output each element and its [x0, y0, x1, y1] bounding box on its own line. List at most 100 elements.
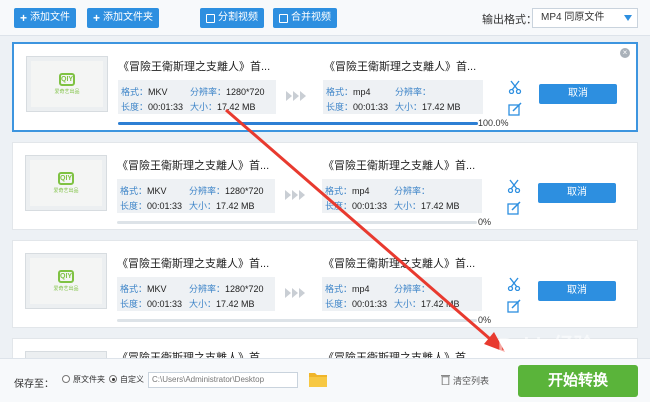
progress-bar — [117, 221, 477, 224]
original-folder-radio[interactable] — [62, 375, 70, 383]
source-duration: 00:01:33 — [148, 102, 184, 112]
edit-icon[interactable] — [507, 201, 521, 215]
original-folder-label[interactable]: 原文件夹 — [73, 374, 105, 385]
split-icon — [206, 13, 215, 23]
output-size: 17.42 MB — [422, 102, 461, 112]
duration-key: 长度： — [326, 102, 354, 112]
plus-icon: + — [20, 11, 28, 25]
format-key: 格式： — [325, 186, 353, 196]
output-info: 格式：mp4 分辨率： 长度：00:01:33 大小：17.42 MB — [322, 179, 482, 213]
convert-arrow-icon — [285, 190, 307, 200]
output-format-select[interactable]: MP4 同原文件 — [532, 8, 638, 28]
conversion-item[interactable]: QIY 爱奇艺出品 《冒險王衛斯理之支離人》首... 《冒險王衛斯理之支離人》首… — [12, 142, 638, 230]
size-key: 大小： — [394, 299, 422, 309]
cancel-button[interactable]: 取消 — [538, 183, 616, 203]
source-title: 《冒險王衛斯理之支離人》首... — [117, 160, 270, 172]
source-duration: 00:01:33 — [147, 299, 183, 309]
scissors-icon[interactable] — [507, 277, 521, 291]
source-resolution: 1280*720 — [225, 186, 264, 196]
resolution-key: 分辨率： — [189, 186, 226, 196]
format-key: 格式： — [120, 284, 148, 294]
thumbnail-caption: 爱奇艺出品 — [53, 188, 79, 194]
trash-icon[interactable] — [441, 374, 450, 385]
custom-folder-radio[interactable] — [109, 375, 117, 383]
size-key: 大小： — [189, 201, 217, 211]
source-size: 17.42 MB — [217, 102, 256, 112]
source-resolution: 1280*720 — [225, 284, 264, 294]
output-format-label: 输出格式： — [482, 14, 537, 26]
format-key: 格式： — [325, 284, 353, 294]
progress-bar — [118, 122, 478, 125]
iqiyi-logo: QIY — [58, 172, 74, 185]
source-size: 17.42 MB — [216, 299, 255, 309]
resolution-key: 分辨率： — [189, 284, 226, 294]
output-title: 《冒險王衛斯理之支離人》首... — [323, 160, 476, 172]
source-resolution: 1280*720 — [226, 87, 265, 97]
save-to-label: 保存至： — [14, 379, 54, 390]
source-info: 格式：MKV 分辨率：1280*720 长度：00:01:33 大小：17.42… — [117, 277, 275, 311]
output-info: 格式：mp4 分辨率： 长度：00:01:33 大小：17.42 MB — [322, 277, 482, 311]
iqiyi-logo: QIY — [58, 270, 74, 283]
thumbnail-caption: 爱奇艺出品 — [53, 286, 79, 292]
edit-icon[interactable] — [507, 299, 521, 313]
output-duration: 00:01:33 — [352, 201, 388, 211]
conversion-item[interactable]: QIY 爱奇艺出品 《冒險王衛斯理之支離人》首... 《冒險王衛斯理之支離人》首… — [12, 240, 638, 328]
scissors-icon[interactable] — [507, 179, 521, 193]
resolution-key: 分辨率： — [395, 87, 432, 97]
output-format-value: MP4 同原文件 — [541, 12, 605, 23]
add-folder-label: 添加文件夹 — [103, 12, 154, 23]
chevron-down-icon — [624, 15, 632, 21]
thumbnail-caption: 爱奇艺出品 — [54, 89, 80, 95]
cancel-button[interactable]: 取消 — [539, 84, 617, 104]
split-video-label: 分割视频 — [218, 12, 258, 23]
source-duration: 00:01:33 — [147, 201, 183, 211]
source-size: 17.42 MB — [216, 201, 255, 211]
video-thumbnail: QIY 爱奇艺出品 — [26, 56, 108, 112]
clear-list-button[interactable]: 清空列表 — [453, 374, 489, 387]
edit-icon[interactable] — [508, 102, 522, 116]
start-conversion-button[interactable]: 开始转换 — [518, 365, 638, 397]
source-info: 格式：MKV 分辨率：1280*720 长度：00:01:33 大小：17.42… — [118, 80, 276, 114]
merge-icon — [279, 13, 288, 23]
output-format: mp4 — [353, 87, 371, 97]
output-title: 《冒險王衛斯理之支離人》首... — [324, 61, 477, 73]
add-file-button[interactable]: + 添加文件 — [14, 8, 77, 28]
size-key: 大小： — [395, 102, 423, 112]
convert-arrow-icon — [286, 91, 308, 101]
progress-percent: 100.0% — [478, 118, 509, 128]
split-video-button[interactable]: 分割视频 — [200, 8, 264, 28]
cancel-button[interactable]: 取消 — [538, 281, 616, 301]
toolbar: + 添加文件 + 添加文件夹 分割视频 合并视频 输出格式： MP4 同原文件 — [0, 0, 650, 36]
resolution-key: 分辨率： — [394, 284, 431, 294]
progress-percent: 0% — [478, 217, 492, 227]
resolution-key: 分辨率： — [190, 87, 227, 97]
video-thumbnail: QIY 爱奇艺出品 — [25, 253, 107, 309]
duration-key: 长度： — [120, 299, 148, 309]
output-info: 格式：mp4 分辨率： 长度：00:01:33 大小：17.42 MB — [323, 80, 483, 114]
output-duration: 00:01:33 — [352, 299, 388, 309]
progress-percent: 0% — [478, 315, 492, 325]
merge-video-button[interactable]: 合并视频 — [273, 8, 337, 28]
add-folder-button[interactable]: + 添加文件夹 — [87, 8, 160, 28]
folder-icon[interactable] — [308, 370, 328, 388]
format-key: 格式： — [326, 87, 354, 97]
resolution-key: 分辨率： — [394, 186, 431, 196]
merge-video-label: 合并视频 — [291, 12, 331, 23]
conversion-item[interactable]: × QIY 爱奇艺出品 《冒險王衛斯理之支離人》首... 《冒險王衛斯理之支離人… — [12, 42, 638, 132]
iqiyi-logo: QIY — [59, 73, 75, 86]
custom-folder-label[interactable]: 自定义 — [120, 374, 144, 385]
close-icon[interactable]: × — [620, 48, 630, 58]
output-path-input[interactable]: C:\Users\Administrator\Desktop — [148, 372, 298, 388]
size-key: 大小： — [190, 102, 218, 112]
size-key: 大小： — [189, 299, 217, 309]
format-key: 格式： — [121, 87, 149, 97]
convert-arrow-icon — [285, 288, 307, 298]
duration-key: 长度： — [325, 201, 353, 211]
format-key: 格式： — [120, 186, 148, 196]
source-format: MKV — [147, 186, 167, 196]
output-format: mp4 — [352, 186, 370, 196]
scissors-icon[interactable] — [508, 80, 522, 94]
output-size: 17.42 MB — [421, 201, 460, 211]
output-duration: 00:01:33 — [353, 102, 389, 112]
source-format: MKV — [147, 284, 167, 294]
